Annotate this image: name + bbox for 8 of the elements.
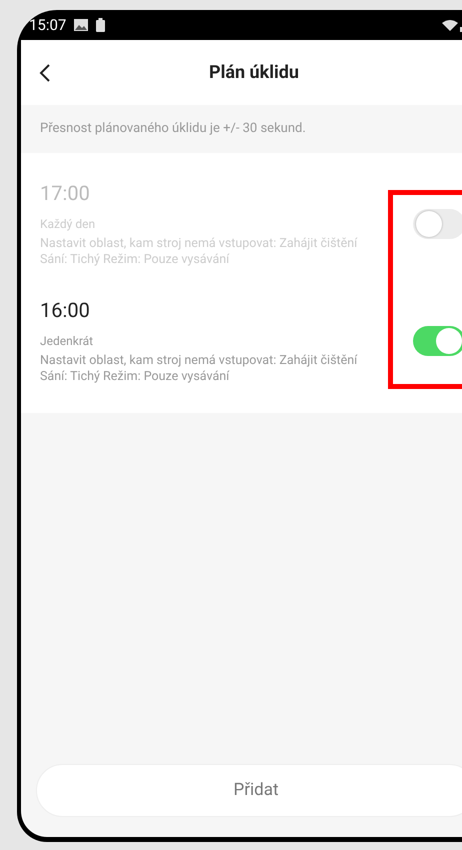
schedule-time: 16:00 [40, 297, 91, 324]
page-title: Plán úklidu [209, 61, 299, 85]
add-button[interactable]: Přidat [36, 764, 462, 817]
schedule-time: 17:00 [40, 180, 91, 207]
accuracy-note: Přesnost plánovaného úklidu je +/- 30 sekund. [40, 120, 306, 138]
status-time: 15:07 [29, 14, 66, 36]
schedule-repeat: Jedenkrát [40, 333, 94, 350]
schedule-details: Nastavit oblast, kam stroj nemá vstupovat: Zahájit čištění Sání: Tichý Režim: Pouze vysávání [40, 353, 358, 385]
